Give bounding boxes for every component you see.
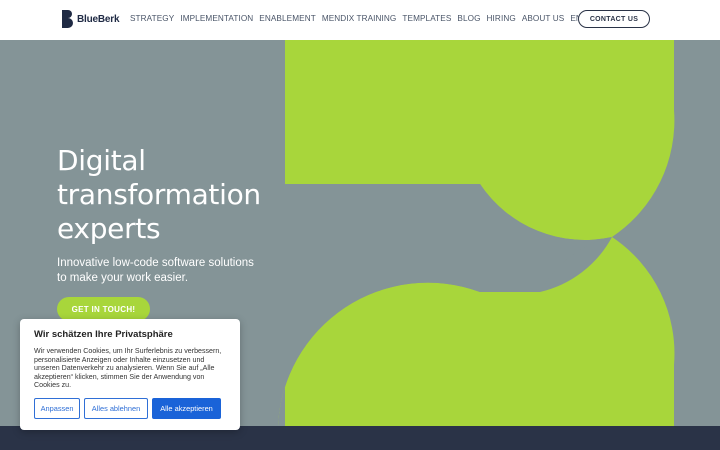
accept-all-cookies-button[interactable]: Alle akzeptieren (152, 398, 221, 419)
hero-subtitle-line: to make your work easier. (57, 272, 189, 284)
hero-title-line: transformation (57, 178, 261, 211)
brand-logo[interactable]: BlueBerk (62, 10, 120, 28)
hero-title-line: Digital (57, 144, 146, 177)
hero-subtitle-line: Innovative low-code software solutions (57, 257, 254, 269)
nav-blog[interactable]: BLOG (457, 14, 480, 23)
get-in-touch-button[interactable]: GET IN TOUCH! (57, 297, 150, 321)
main-nav: STRATEGY IMPLEMENTATION ENABLEMENT MENDI… (130, 14, 588, 23)
hero-subtitle: Innovative low-code software solutions t… (57, 256, 277, 286)
cookie-consent-dialog: Wir schätzen Ihre Privatsphäre Wir verwe… (20, 319, 240, 430)
nav-templates[interactable]: TEMPLATES (402, 14, 451, 23)
site-header: BlueBerk STRATEGY IMPLEMENTATION ENABLEM… (0, 0, 720, 40)
nav-implementation[interactable]: IMPLEMENTATION (180, 14, 253, 23)
hero-title-line: experts (57, 212, 161, 245)
nav-hiring[interactable]: HIRING (487, 14, 516, 23)
brand-name: BlueBerk (77, 13, 120, 25)
reject-all-cookies-button[interactable]: Alles ablehnen (84, 398, 148, 419)
cookie-actions: Anpassen Alles ablehnen Alle akzeptieren (34, 398, 221, 419)
cookie-title: Wir schätzen Ihre Privatsphäre (34, 329, 173, 340)
cookie-text: Wir verwenden Cookies, um Ihr Surferlebn… (34, 347, 222, 390)
customize-cookies-button[interactable]: Anpassen (34, 398, 80, 419)
nav-enablement[interactable]: ENABLEMENT (259, 14, 316, 23)
hero-title: Digital transformation experts (57, 144, 317, 246)
contact-us-button[interactable]: CONTACT US (578, 10, 650, 28)
nav-about-us[interactable]: ABOUT US (522, 14, 565, 23)
nav-mendix-training[interactable]: MENDIX TRAINING (322, 14, 397, 23)
blueberk-logo-icon (62, 10, 73, 28)
nav-strategy[interactable]: STRATEGY (130, 14, 174, 23)
